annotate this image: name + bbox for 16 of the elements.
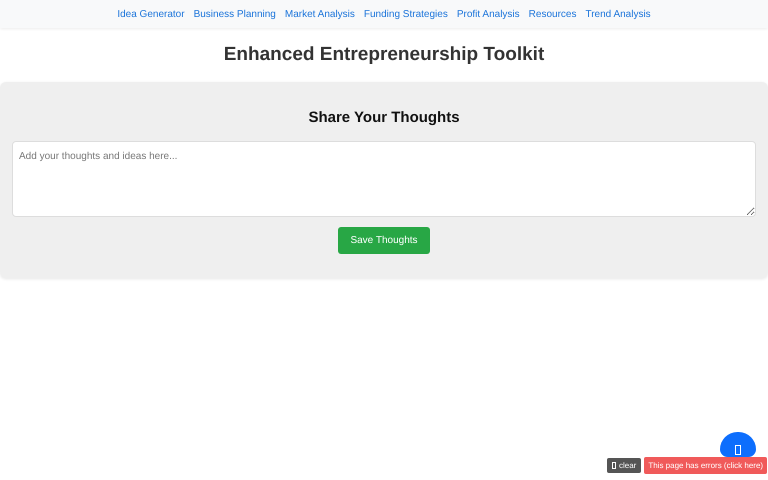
nav-link[interactable]: Market Analysis <box>284 6 355 22</box>
clear-button[interactable]: clear <box>607 458 642 473</box>
thoughts-field[interactable]: Add your thoughts and ideas here... <box>12 141 756 217</box>
nav-link[interactable]: Idea Generator <box>117 6 185 22</box>
glyph-icon <box>735 445 741 455</box>
nav-link[interactable]: Trend Analysis <box>585 6 651 22</box>
section-heading: Share Your Thoughts <box>307 108 461 128</box>
errors-button[interactable]: This page has errors (click here) <box>644 457 768 474</box>
nav-link[interactable]: Resources <box>528 6 576 22</box>
glyph-icon <box>612 462 616 469</box>
save-button[interactable]: Save Thoughts <box>338 227 430 254</box>
page-title: Enhanced Entrepreneurship Toolkit <box>222 43 546 67</box>
nav-link[interactable]: Business Planning <box>194 6 276 22</box>
nav-link[interactable]: Funding Strategies <box>364 6 448 22</box>
floating-action-button[interactable] <box>720 432 756 457</box>
nav-link[interactable]: Profit Analysis <box>456 6 520 22</box>
